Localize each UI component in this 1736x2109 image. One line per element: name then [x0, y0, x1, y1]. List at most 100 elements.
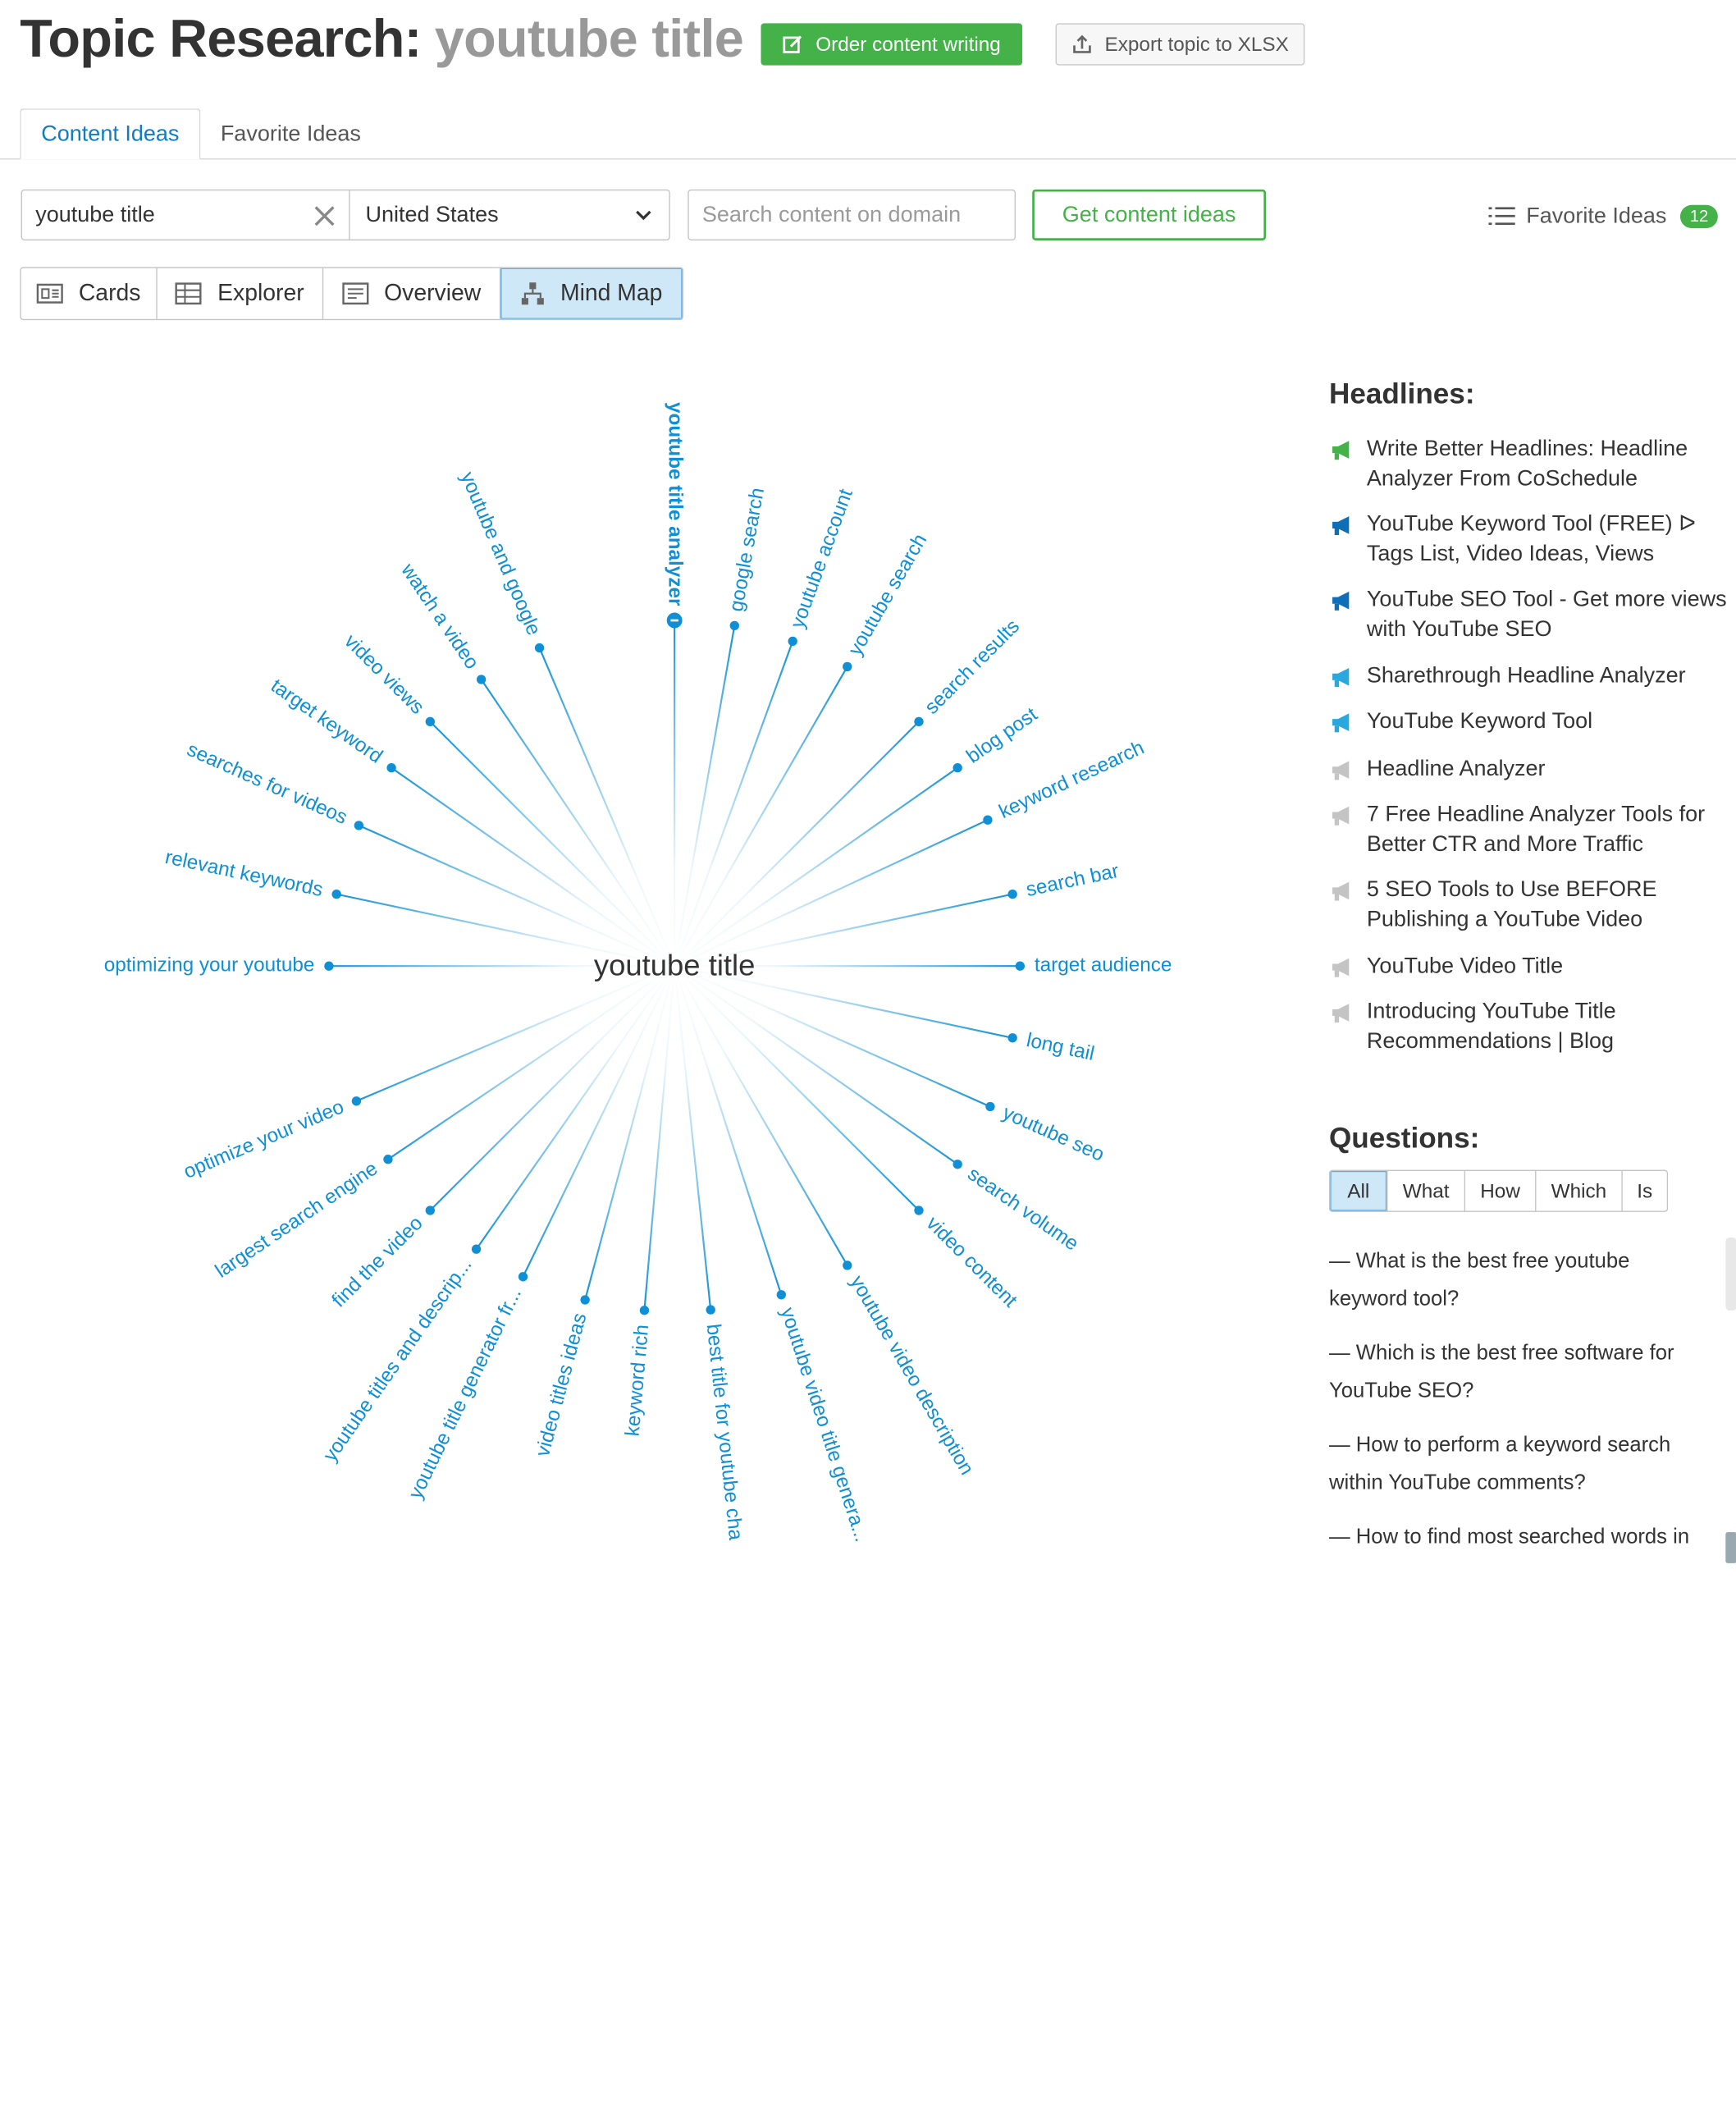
headline-item[interactable]: YouTube Keyword Tool (FREE) ᐅ Tags List,…: [1329, 510, 1727, 570]
mind-map-branch-label[interactable]: youtube video title genera...: [776, 1305, 873, 1544]
mind-map-branch-dot[interactable]: [580, 1295, 590, 1305]
export-xlsx-button[interactable]: Export topic to XLSX: [1055, 23, 1305, 66]
mind-map-branch-dot[interactable]: [985, 1101, 995, 1112]
favorite-ideas-link[interactable]: Favorite Ideas 12: [1488, 200, 1719, 231]
headline-item[interactable]: YouTube SEO Tool - Get more views with Y…: [1329, 585, 1727, 645]
mind-map-branch-label[interactable]: google search: [725, 486, 769, 613]
mind-map-branch-dot[interactable]: [776, 1290, 786, 1300]
mind-map-branch-label[interactable]: video views: [340, 630, 428, 719]
headline-item[interactable]: YouTube Keyword Tool: [1329, 707, 1727, 736]
mind-map-branch-label[interactable]: find the video: [327, 1212, 427, 1311]
mind-map-branch-dot[interactable]: [386, 762, 396, 773]
country-select[interactable]: United States: [366, 190, 499, 239]
mind-map-branch-dot[interactable]: [1007, 1033, 1017, 1043]
mind-map-branch-dot[interactable]: [914, 1205, 924, 1215]
mind-map-branch-label[interactable]: youtube seo: [999, 1101, 1108, 1166]
mind-map-branch-label[interactable]: long tail: [1025, 1029, 1097, 1065]
view-explorer-button[interactable]: Explorer: [158, 268, 324, 319]
mind-map-branch-dot[interactable]: [351, 1096, 362, 1106]
question-item[interactable]: — What is the best free youtube keyword …: [1329, 1243, 1711, 1319]
mind-map-branch-dot[interactable]: [706, 1305, 715, 1315]
mind-map-branch-label[interactable]: target keyword: [267, 675, 386, 768]
mind-map-branch-label[interactable]: search volume: [963, 1163, 1082, 1256]
domain-search-input[interactable]: [688, 189, 1016, 240]
headline-item[interactable]: Write Better Headlines: Headline Analyze…: [1329, 434, 1727, 494]
question-item[interactable]: — How to find most searched words in: [1329, 1519, 1711, 1557]
mind-map-branch-label[interactable]: search results: [921, 615, 1024, 719]
order-button-label: Order content writing: [815, 32, 1001, 55]
mind-map-branch-label[interactable]: youtube and google: [456, 469, 545, 638]
chevron-down-icon[interactable]: [635, 208, 653, 222]
megaphone-icon: [1332, 761, 1350, 780]
mind-map-branch-dot[interactable]: [331, 889, 341, 899]
filter-is[interactable]: Is: [1623, 1171, 1667, 1211]
page-title-keyword: youtube title: [434, 10, 744, 69]
mind-map-branch-label[interactable]: youtube video description: [846, 1272, 978, 1479]
mind-map-branch-label[interactable]: keyword research: [996, 737, 1148, 824]
mind-map-branch-dot[interactable]: [843, 1260, 852, 1270]
mind-map-branch-dot[interactable]: [383, 1155, 393, 1164]
mind-map-branch-dot[interactable]: [425, 716, 435, 727]
mind-map-branch-dot[interactable]: [425, 1205, 435, 1215]
filter-which[interactable]: Which: [1536, 1170, 1623, 1211]
mind-map-branch-dot[interactable]: [983, 815, 993, 825]
mind-map-branch-label[interactable]: keyword rich: [622, 1324, 654, 1437]
headline-item[interactable]: 5 SEO Tools to Use BEFORE Publishing a Y…: [1329, 876, 1727, 936]
mind-map-branch-label[interactable]: youtube account: [787, 486, 857, 631]
headline-item[interactable]: YouTube Video Title: [1329, 952, 1727, 981]
mind-map-branch-dot[interactable]: [953, 762, 962, 773]
mind-map-branch-label[interactable]: video content: [922, 1212, 1021, 1311]
mind-map-branch-label[interactable]: youtube title analyzer: [665, 402, 687, 606]
mind-map-branch-dot[interactable]: [534, 643, 545, 653]
filter-what[interactable]: What: [1388, 1170, 1466, 1211]
question-item[interactable]: — How to perform a keyword search within…: [1329, 1427, 1711, 1503]
mind-map-branch-label[interactable]: search bar: [1024, 860, 1121, 901]
view-cards-button[interactable]: Cards: [21, 268, 158, 319]
mind-map-branch-dot[interactable]: [324, 961, 334, 971]
mind-map-branch-dot[interactable]: [843, 661, 852, 672]
topic-search-input[interactable]: [22, 190, 340, 240]
scrollbar-track[interactable]: [1725, 1237, 1736, 1311]
view-mindmap-button[interactable]: Mind Map: [500, 268, 683, 319]
mind-map-branch-dot[interactable]: [1007, 889, 1017, 899]
mind-map-branch-dot[interactable]: [354, 821, 364, 830]
view-overview-button[interactable]: Overview: [323, 268, 501, 319]
mind-map-branch-label[interactable]: blog post: [962, 703, 1041, 768]
mind-map-branch-label[interactable]: video titles ideas: [532, 1311, 592, 1459]
megaphone-icon: [1332, 1004, 1350, 1023]
mind-map-branch-label[interactable]: optimizing your youtube: [104, 954, 315, 977]
mind-map-branch-dot[interactable]: [518, 1272, 528, 1282]
mind-map-branch-dot[interactable]: [953, 1160, 962, 1169]
mind-map-branch-label[interactable]: searches for videos: [184, 739, 350, 829]
mind-map-branch-dot[interactable]: [471, 1244, 482, 1254]
mind-map-branch-label[interactable]: youtube search: [844, 530, 931, 659]
headline-item[interactable]: Introducing YouTube Title Recommendation…: [1329, 997, 1727, 1057]
mind-map-branch-label[interactable]: best title for youtube cha: [702, 1323, 747, 1542]
mind-map-branch-label[interactable]: watch a video: [396, 559, 483, 673]
megaphone-icon: [1332, 591, 1350, 611]
clear-icon[interactable]: [313, 204, 337, 228]
filter-how[interactable]: How: [1465, 1170, 1537, 1211]
mind-map-branch-dot[interactable]: [729, 620, 739, 631]
favorite-ideas-label: Favorite Ideas: [1526, 203, 1667, 228]
headline-item[interactable]: 7 Free Headline Analyzer Tools for Bette…: [1329, 800, 1727, 860]
mind-map-branch-dot[interactable]: [788, 636, 797, 647]
mind-map-branch-label[interactable]: largest search engine: [212, 1157, 382, 1282]
headline-item[interactable]: Headline Analyzer: [1329, 754, 1727, 784]
tab-content-ideas[interactable]: Content Ideas: [20, 108, 201, 160]
scrollbar-thumb[interactable]: [1725, 1532, 1736, 1563]
mind-map-branch-dot[interactable]: [639, 1306, 650, 1315]
mind-map-branch-label[interactable]: optimize your video: [180, 1096, 347, 1183]
filter-all[interactable]: All: [1330, 1170, 1388, 1211]
favorite-count-badge: 12: [1679, 204, 1719, 228]
order-content-writing-button[interactable]: Order content writing: [761, 23, 1023, 66]
get-content-ideas-button[interactable]: Get content ideas: [1032, 189, 1267, 240]
tab-favorite-ideas[interactable]: Favorite Ideas: [200, 108, 381, 159]
mind-map-branch-dot[interactable]: [914, 716, 924, 727]
mind-map-branch-dot[interactable]: [1015, 961, 1026, 971]
headline-item[interactable]: Sharethrough Headline Analyzer: [1329, 661, 1727, 691]
mind-map-branch-dot[interactable]: [476, 675, 487, 684]
mind-map-branch-label[interactable]: relevant keywords: [163, 846, 325, 901]
mind-map-branch-label[interactable]: target audience: [1035, 954, 1172, 977]
question-item[interactable]: — Which is the best free software for Yo…: [1329, 1335, 1711, 1411]
